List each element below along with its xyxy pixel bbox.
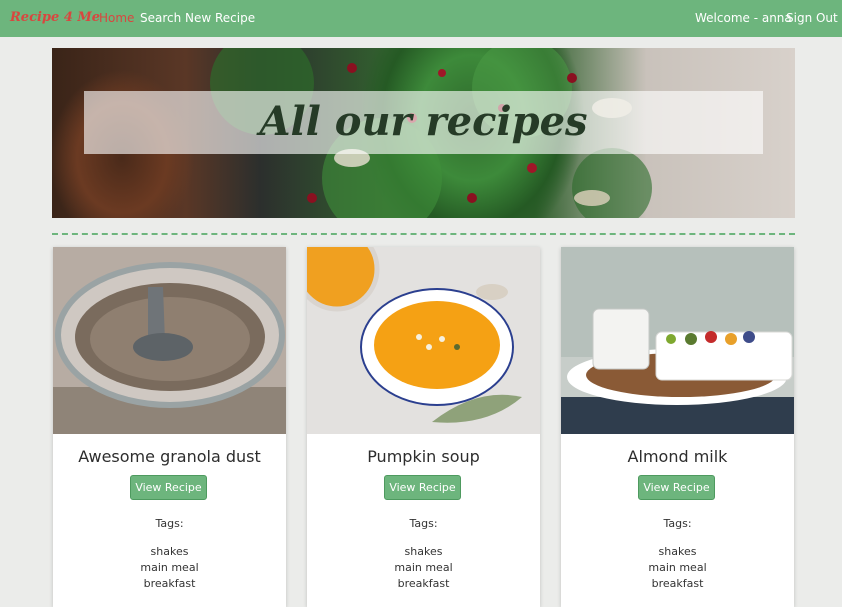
tag-item: main meal	[394, 561, 453, 574]
section-divider	[52, 233, 795, 235]
tag-item: shakes	[404, 545, 443, 558]
tag-list: shakes main meal breakfast	[53, 544, 286, 592]
recipe-card: Pumpkin soup View Recipe Tags: shakes ma…	[307, 247, 540, 607]
tag-item: breakfast	[397, 577, 450, 590]
card-title: Pumpkin soup	[367, 447, 480, 466]
view-recipe-button[interactable]: View Recipe	[384, 475, 461, 500]
tag-item: breakfast	[143, 577, 196, 590]
tag-item: shakes	[658, 545, 697, 558]
brand-logo[interactable]: Recipe 4 Me	[10, 10, 100, 25]
tag-item: main meal	[648, 561, 707, 574]
welcome-user: Welcome - anna	[695, 11, 792, 25]
tag-item: main meal	[140, 561, 199, 574]
card-title: Awesome granola dust	[78, 447, 261, 466]
tags-label: Tags:	[155, 517, 184, 530]
granola-jar-photo	[53, 247, 286, 434]
view-recipe-button[interactable]: View Recipe	[130, 475, 207, 500]
hero-title: All our recipes	[259, 98, 588, 145]
view-recipe-button[interactable]: View Recipe	[638, 475, 715, 500]
card-title: Almond milk	[627, 447, 728, 466]
tag-item: breakfast	[651, 577, 704, 590]
tag-list: shakes main meal breakfast	[307, 544, 540, 592]
nav-link-new-recipe[interactable]: New Recipe	[185, 11, 255, 25]
hero-banner: All our recipes	[52, 48, 795, 218]
pumpkin-soup-photo	[307, 247, 540, 434]
recipe-card: Almond milk View Recipe Tags: shakes mai…	[561, 247, 794, 607]
tags-label: Tags:	[409, 517, 438, 530]
nav-link-home[interactable]: Home	[99, 11, 134, 25]
navbar: Recipe 4 Me Home Search New Recipe Welco…	[0, 0, 842, 37]
tag-item: shakes	[150, 545, 189, 558]
nav-link-search[interactable]: Search	[140, 11, 181, 25]
recipe-card: Awesome granola dust View Recipe Tags: s…	[53, 247, 286, 607]
tags-label: Tags:	[663, 517, 692, 530]
almond-milk-photo	[561, 247, 794, 434]
tag-list: shakes main meal breakfast	[561, 544, 794, 592]
sign-out-link[interactable]: Sign Out	[786, 11, 838, 25]
